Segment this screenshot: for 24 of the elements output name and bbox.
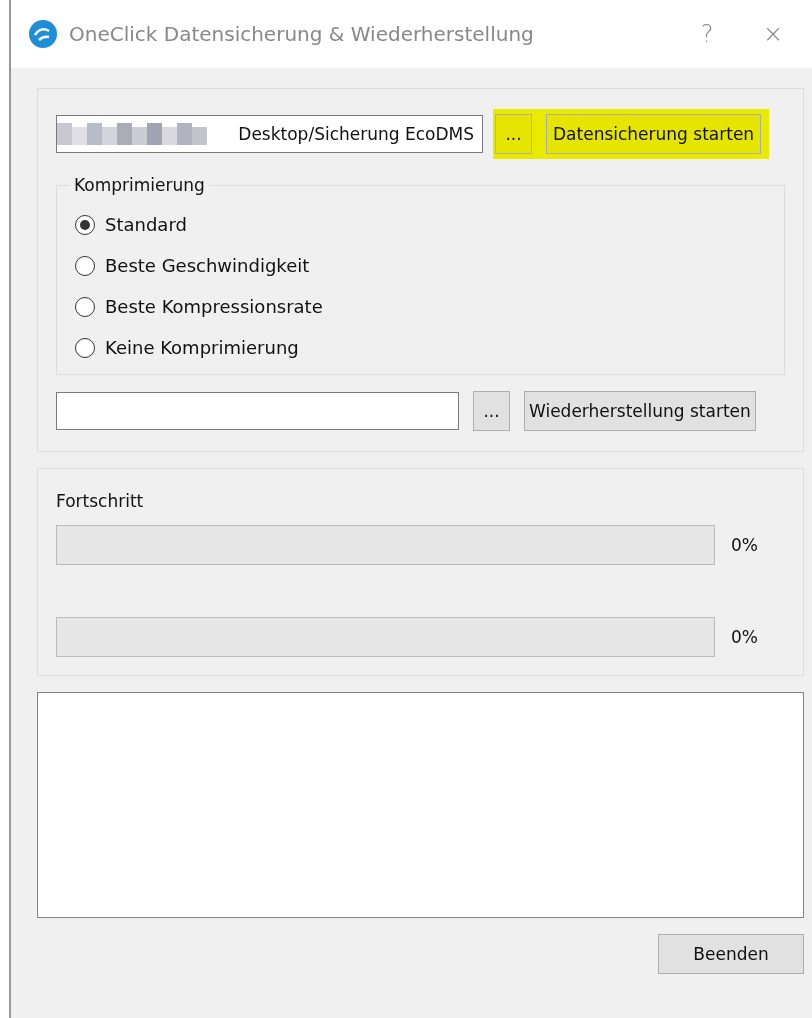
help-button[interactable]: ? [680,20,734,48]
window-title: OneClick Datensicherung & Wiederherstellung [69,22,535,46]
radio-button[interactable] [75,337,95,358]
browse-button[interactable]: ... [473,391,510,431]
restore-path-field[interactable] [56,392,459,430]
app-logo-icon [29,20,57,48]
start-backup-button[interactable]: Datensicherung starten [546,114,762,154]
group-title: Komprimierung [70,175,209,195]
radio-label: Beste Geschwindigkeit [105,255,310,276]
close-button[interactable]: × [746,20,800,48]
radio-label: Keine Komprimierung [105,337,299,358]
browse-button[interactable]: ... [495,114,532,154]
backup-path-field[interactable]: Desktop/Sicherung EcoDMS [56,115,483,153]
radio-button[interactable] [75,296,95,317]
radio-label: Beste Kompressionsrate [105,296,323,317]
backup-path-text: Desktop/Sicherung EcoDMS [238,124,474,144]
progress-reading: 0% [731,627,758,647]
section-title: Fortschritt [56,491,145,511]
radio-button[interactable] [75,255,95,276]
quit-button[interactable]: Beenden [658,934,804,974]
progress-reading: 0% [731,535,758,555]
start-restore-button[interactable]: Wiederherstellung starten [524,391,756,431]
radio-button[interactable] [75,214,95,235]
radio-label: Standard [105,214,187,235]
